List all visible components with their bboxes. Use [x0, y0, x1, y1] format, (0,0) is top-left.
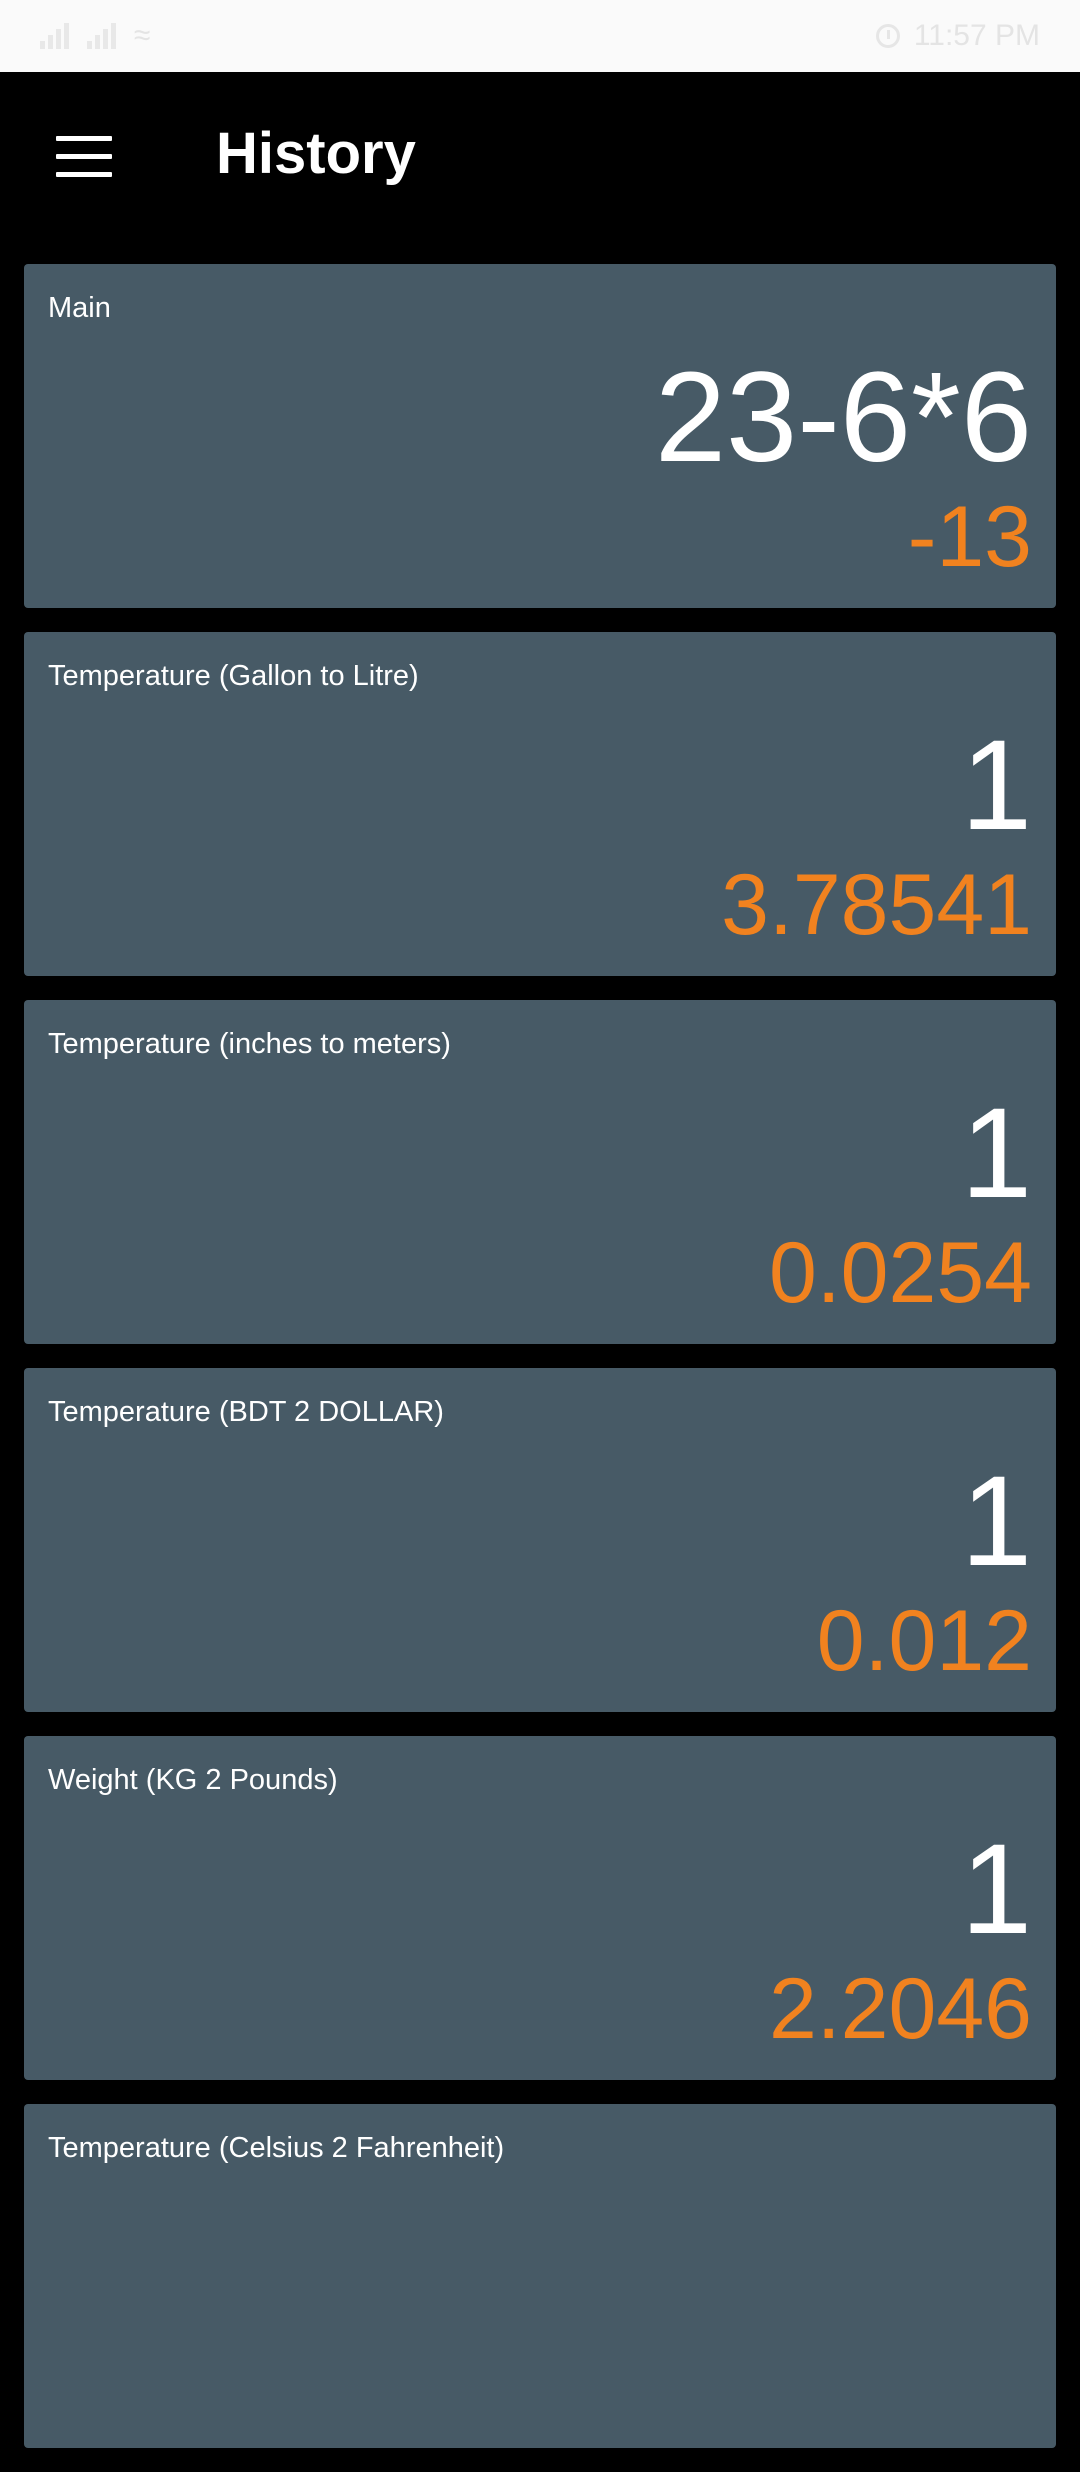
status-right: 11:57 PM — [875, 19, 1040, 53]
alarm-clock-icon — [875, 24, 900, 48]
card-expression: 1 — [960, 714, 1032, 857]
history-card[interactable]: Temperature (Celsius 2 Fahrenheit) — [24, 2104, 1056, 2448]
history-list: Main 23-6*6 -13 Temperature (Gallon to L… — [24, 264, 1056, 2472]
card-expression: 1 — [960, 1818, 1032, 1961]
card-label: Temperature (BDT 2 DOLLAR) — [48, 1396, 444, 1428]
card-expression: 23-6*6 — [654, 346, 1032, 489]
card-expression: 1 — [960, 1082, 1032, 1225]
hamburger-menu-icon[interactable] — [56, 136, 112, 178]
signal-icon — [40, 23, 69, 49]
card-expression: 1 — [960, 1450, 1032, 1593]
history-card[interactable]: Temperature (BDT 2 DOLLAR) 1 0.012 — [24, 1368, 1056, 1712]
card-result: 2.2046 — [768, 1961, 1032, 2057]
history-card[interactable]: Main 23-6*6 -13 — [24, 264, 1056, 608]
history-card[interactable]: Temperature (Gallon to Litre) 1 3.78541 — [24, 632, 1056, 976]
card-result: 3.78541 — [721, 857, 1032, 953]
card-label: Temperature (Celsius 2 Fahrenheit) — [48, 2132, 505, 2164]
card-label: Temperature (inches to meters) — [48, 1028, 451, 1060]
status-bar: ≈ 11:57 PM — [0, 0, 1080, 72]
wifi-icon: ≈ — [134, 19, 151, 52]
status-time: 11:57 PM — [913, 19, 1040, 52]
card-label: Main — [48, 292, 111, 324]
card-result: 0.0254 — [768, 1225, 1032, 1321]
card-result: -13 — [907, 489, 1032, 585]
app-bar: History — [0, 72, 1080, 240]
signal-icon — [87, 23, 116, 49]
history-card[interactable]: Temperature (inches to meters) 1 0.0254 — [24, 1000, 1056, 1344]
history-card[interactable]: Weight (KG 2 Pounds) 1 2.2046 — [24, 1736, 1056, 2080]
card-label: Weight (KG 2 Pounds) — [48, 1764, 338, 1796]
card-label: Temperature (Gallon to Litre) — [48, 660, 419, 692]
page-title: History — [216, 121, 416, 186]
status-left: ≈ — [40, 19, 150, 53]
card-result: 0.012 — [816, 1593, 1032, 1689]
